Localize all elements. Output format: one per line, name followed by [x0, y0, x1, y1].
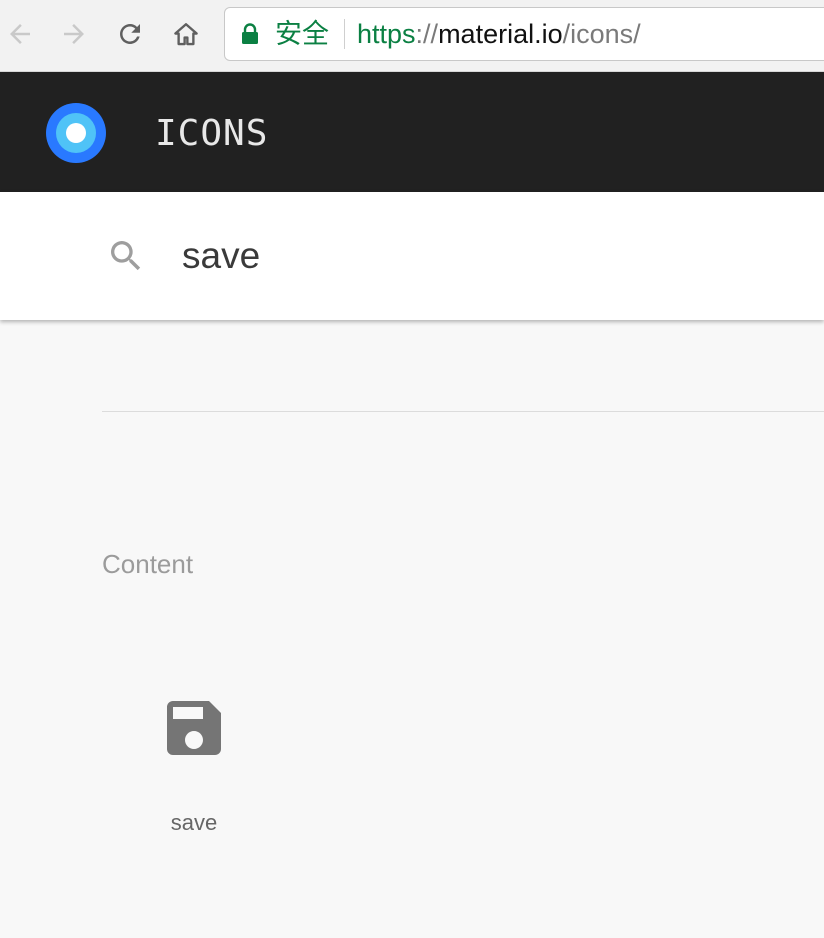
- url-host: material.io: [438, 19, 563, 49]
- material-logo-icon[interactable]: [46, 103, 106, 163]
- url-scheme: https: [357, 19, 416, 49]
- address-bar[interactable]: 安全 https://material.io/icons/: [224, 7, 824, 61]
- home-button[interactable]: [168, 16, 204, 52]
- lock-icon: [242, 23, 258, 44]
- reload-icon: [120, 24, 140, 44]
- url-text: https://material.io/icons/: [357, 19, 641, 49]
- app-header: ICONS: [0, 72, 824, 192]
- secure-label: 安全: [275, 19, 329, 49]
- url-separator: ://: [415, 19, 439, 49]
- browser-toolbar: 安全 https://material.io/icons/: [0, 0, 824, 72]
- address-divider: [344, 19, 345, 49]
- reload-button[interactable]: [112, 16, 148, 52]
- icon-name: save: [170, 810, 218, 835]
- category-title: Content: [102, 549, 194, 579]
- search-icon: [111, 241, 141, 271]
- section-divider: [102, 411, 824, 412]
- arrow-left-icon: [10, 24, 30, 44]
- icon-tile-save[interactable]: save: [134, 670, 254, 850]
- home-icon: [174, 23, 198, 46]
- url-path: /icons/: [562, 19, 641, 49]
- page-title: ICONS: [155, 113, 269, 154]
- search-bar: [0, 192, 824, 320]
- save-icon: [167, 701, 221, 755]
- forward-button[interactable]: [56, 16, 92, 52]
- arrow-right-icon: [64, 24, 84, 44]
- back-button[interactable]: [2, 16, 38, 52]
- search-input[interactable]: [182, 234, 742, 278]
